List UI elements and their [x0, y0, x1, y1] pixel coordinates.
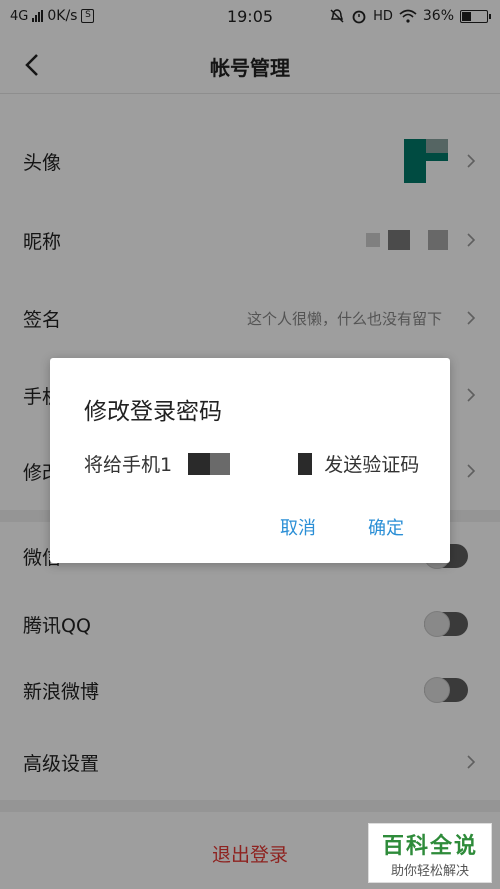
watermark-logo: 百科全说 助你轻松解决 — [368, 823, 492, 883]
dialog-message-suffix: 发送验证码 — [324, 454, 420, 476]
confirm-button[interactable]: 确定 — [368, 514, 404, 540]
dialog-title: 修改登录密码 — [84, 399, 222, 425]
change-password-dialog: 修改登录密码 将给手机1 发送验证码 取消 确定 — [50, 358, 450, 563]
dialog-message-prefix: 将给手机1 — [84, 454, 173, 476]
watermark-sub: 助你轻松解决 — [390, 864, 469, 879]
watermark-main: 百科全说 — [381, 834, 478, 859]
dialog-message: 将给手机1 发送验证码 — [84, 450, 419, 477]
phone-redacted — [178, 452, 318, 475]
cancel-button[interactable]: 取消 — [280, 514, 316, 540]
